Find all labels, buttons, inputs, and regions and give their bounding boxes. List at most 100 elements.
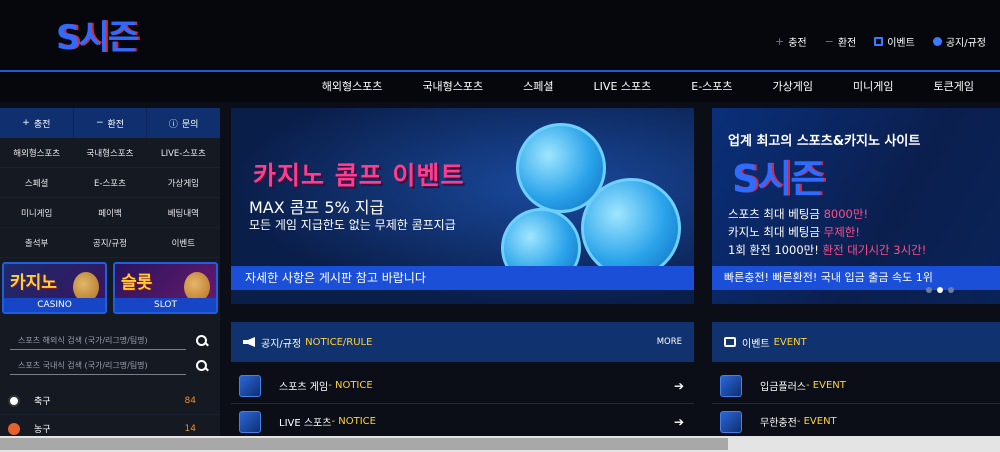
button-label: 환전 xyxy=(107,119,125,130)
row-title: 무한충전 xyxy=(760,418,797,429)
row-tag: - NOTICE xyxy=(328,380,373,391)
nav-item-live-sports[interactable]: LIVE 스포츠 xyxy=(574,72,672,102)
sport-name: 농구 xyxy=(34,425,51,435)
sidebar-item[interactable]: 페이백 xyxy=(73,198,147,228)
horizontal-scrollbar[interactable] xyxy=(0,436,1000,452)
promo-title: 슬롯 xyxy=(121,273,153,293)
plus-icon: + xyxy=(22,118,30,128)
top-links: + 충전 − 환전 이벤트 공지/규정 xyxy=(775,34,986,49)
banner-headline: 업계 최고의 스포츠&카지노 사이트 xyxy=(728,134,921,149)
carousel-dot[interactable] xyxy=(926,287,932,293)
notice-row[interactable]: LIVE 스포츠 - NOTICE ➔ xyxy=(231,404,694,440)
event-row[interactable]: 입금플러스 - EVENT xyxy=(712,368,1000,404)
nav-item-mini[interactable]: 미니게임 xyxy=(833,72,913,102)
calendar-icon xyxy=(874,37,884,46)
inquiry-button[interactable]: ⓘ 문의 xyxy=(147,108,220,138)
sidebar-item[interactable]: 스페셜 xyxy=(0,168,74,198)
row-tag: - EVENT xyxy=(796,416,837,427)
banner-title: 카지노 콤프 이벤트 xyxy=(253,161,465,190)
sidebar-item[interactable]: 출석부 xyxy=(0,228,74,258)
sidebar-item[interactable]: 공지/규정 xyxy=(73,228,147,258)
search-row xyxy=(10,355,210,377)
row-tag: - NOTICE xyxy=(331,416,376,427)
sidebar-item[interactable]: 가상게임 xyxy=(146,168,220,198)
nav-item-token[interactable]: 토큰게임 xyxy=(914,72,1000,102)
banner-line: 모든 게임 지급한도 없는 무제한 콤프지급 xyxy=(249,218,456,232)
panel-title: 공지/규정 xyxy=(261,338,302,350)
slot-promo[interactable]: 슬롯 SLOT xyxy=(113,262,218,314)
panel-title: 이벤트 xyxy=(742,338,770,350)
banner-footer: 자세한 사항은 게시판 참고 바랍니다 xyxy=(231,266,694,290)
site-promo-banner[interactable]: 업계 최고의 스포츠&카지노 사이트 S시즌 스포츠 최대 베팅금 8000만!… xyxy=(712,108,1000,304)
sidebar-item[interactable]: LIVE-스포츠 xyxy=(146,138,220,168)
sidebar-item[interactable]: 베팅내역 xyxy=(146,198,220,228)
info-icon: ⓘ xyxy=(168,119,178,130)
sidebar-item[interactable]: 해외형스포츠 xyxy=(0,138,74,168)
overseas-search-input[interactable] xyxy=(10,332,186,350)
line-text: 1회 환전 1000만! xyxy=(728,243,823,257)
coin-graphic xyxy=(581,178,681,278)
arrow-right-icon: ➔ xyxy=(673,378,684,393)
top-link-deposit[interactable]: + 충전 xyxy=(775,34,807,49)
nav-item-virtual[interactable]: 가상게임 xyxy=(753,72,833,102)
nav-item-overseas-sports[interactable]: 해외형스포츠 xyxy=(302,72,403,102)
carousel-dot-active[interactable] xyxy=(937,287,943,293)
banner-line: MAX 콤프 5% 지급 xyxy=(249,198,385,217)
event-panel-header: 이벤트 EVENT xyxy=(712,322,1000,362)
basketball-icon xyxy=(8,422,20,435)
button-label: 충전 xyxy=(33,119,51,130)
promo-title: 카지노 xyxy=(10,273,57,293)
row-title: 입금플러스 xyxy=(760,382,806,393)
sports-list: 축구 84 농구 14 xyxy=(0,387,220,443)
sidebar-item[interactable]: 이벤트 xyxy=(146,228,220,258)
panel-title-en: NOTICE/RULE xyxy=(305,336,373,348)
top-link-label: 환전 xyxy=(837,38,857,49)
notice-row[interactable]: 스포츠 게임 - NOTICE ➔ xyxy=(231,368,694,404)
row-tag: - EVENT xyxy=(806,380,846,391)
minus-icon: − xyxy=(95,118,104,128)
site-logo[interactable]: S시즌 xyxy=(56,14,166,58)
notice-thumbnail xyxy=(239,410,261,433)
scrollbar-thumb[interactable] xyxy=(0,438,728,450)
notice-panel-header: 공지/규정 NOTICE/RULE MORE xyxy=(231,322,694,362)
line-text: 스포츠 최대 베팅금 xyxy=(728,207,824,221)
arrow-right-icon: ➔ xyxy=(673,414,684,429)
domestic-search-input[interactable] xyxy=(10,357,186,375)
search-row xyxy=(10,330,210,352)
promo-sub: SLOT xyxy=(115,298,216,312)
casino-promo[interactable]: 카지노 CASINO xyxy=(2,262,107,314)
sidebar: + 충전 − 환전 ⓘ 문의 해외형스포츠 국내형스포츠 LIVE-스포츠 스페셜 E… xyxy=(0,108,220,443)
sidebar-menu-grid: 해외형스포츠 국내형스포츠 LIVE-스포츠 스페셜 E-스포츠 가상게임 미니… xyxy=(0,138,220,258)
top-link-notice[interactable]: 공지/규정 xyxy=(932,34,986,49)
search-area xyxy=(0,330,220,377)
top-link-withdraw[interactable]: − 환전 xyxy=(825,34,857,49)
banner-logo: S시즌 xyxy=(732,157,825,201)
top-link-event[interactable]: 이벤트 xyxy=(874,34,915,49)
sport-item-soccer[interactable]: 축구 84 xyxy=(0,387,220,415)
top-header: S시즌 + 충전 − 환전 이벤트 공지/규정 xyxy=(0,0,1000,70)
search-icon[interactable] xyxy=(194,333,210,349)
sidebar-quick-buttons: + 충전 − 환전 ⓘ 문의 xyxy=(0,108,220,138)
event-row[interactable]: 무한충전 - EVENT xyxy=(712,404,1000,440)
deposit-button[interactable]: + 충전 xyxy=(0,108,74,138)
carousel-dot[interactable] xyxy=(948,287,954,293)
search-icon[interactable] xyxy=(194,358,210,374)
more-link[interactable]: MORE xyxy=(657,337,682,347)
main-nav: 해외형스포츠 국내형스포츠 스페셜 LIVE 스포츠 E-스포츠 가상게임 미니… xyxy=(0,72,1000,102)
sidebar-item[interactable]: E-스포츠 xyxy=(73,168,147,198)
row-title: 스포츠 게임 xyxy=(279,382,329,393)
nav-item-domestic-sports[interactable]: 국내형스포츠 xyxy=(402,72,503,102)
logo-text: S시즌 xyxy=(56,17,139,58)
sidebar-item[interactable]: 미니게임 xyxy=(0,198,74,228)
nav-item-special[interactable]: 스페셜 xyxy=(503,72,573,102)
info-icon xyxy=(932,37,942,46)
button-label: 문의 xyxy=(181,119,199,130)
line-highlight: 무제한! xyxy=(823,225,860,239)
promo-sub: CASINO xyxy=(4,298,105,312)
sidebar-item[interactable]: 국내형스포츠 xyxy=(73,138,147,168)
withdraw-button[interactable]: − 환전 xyxy=(74,108,148,138)
nav-item-esports[interactable]: E-스포츠 xyxy=(671,72,752,102)
megaphone-icon xyxy=(243,337,255,347)
soccer-ball-icon xyxy=(8,394,20,407)
casino-comp-banner[interactable]: 카지노 콤프 이벤트 MAX 콤프 5% 지급 모든 게임 지급한도 없는 무제… xyxy=(231,108,694,304)
